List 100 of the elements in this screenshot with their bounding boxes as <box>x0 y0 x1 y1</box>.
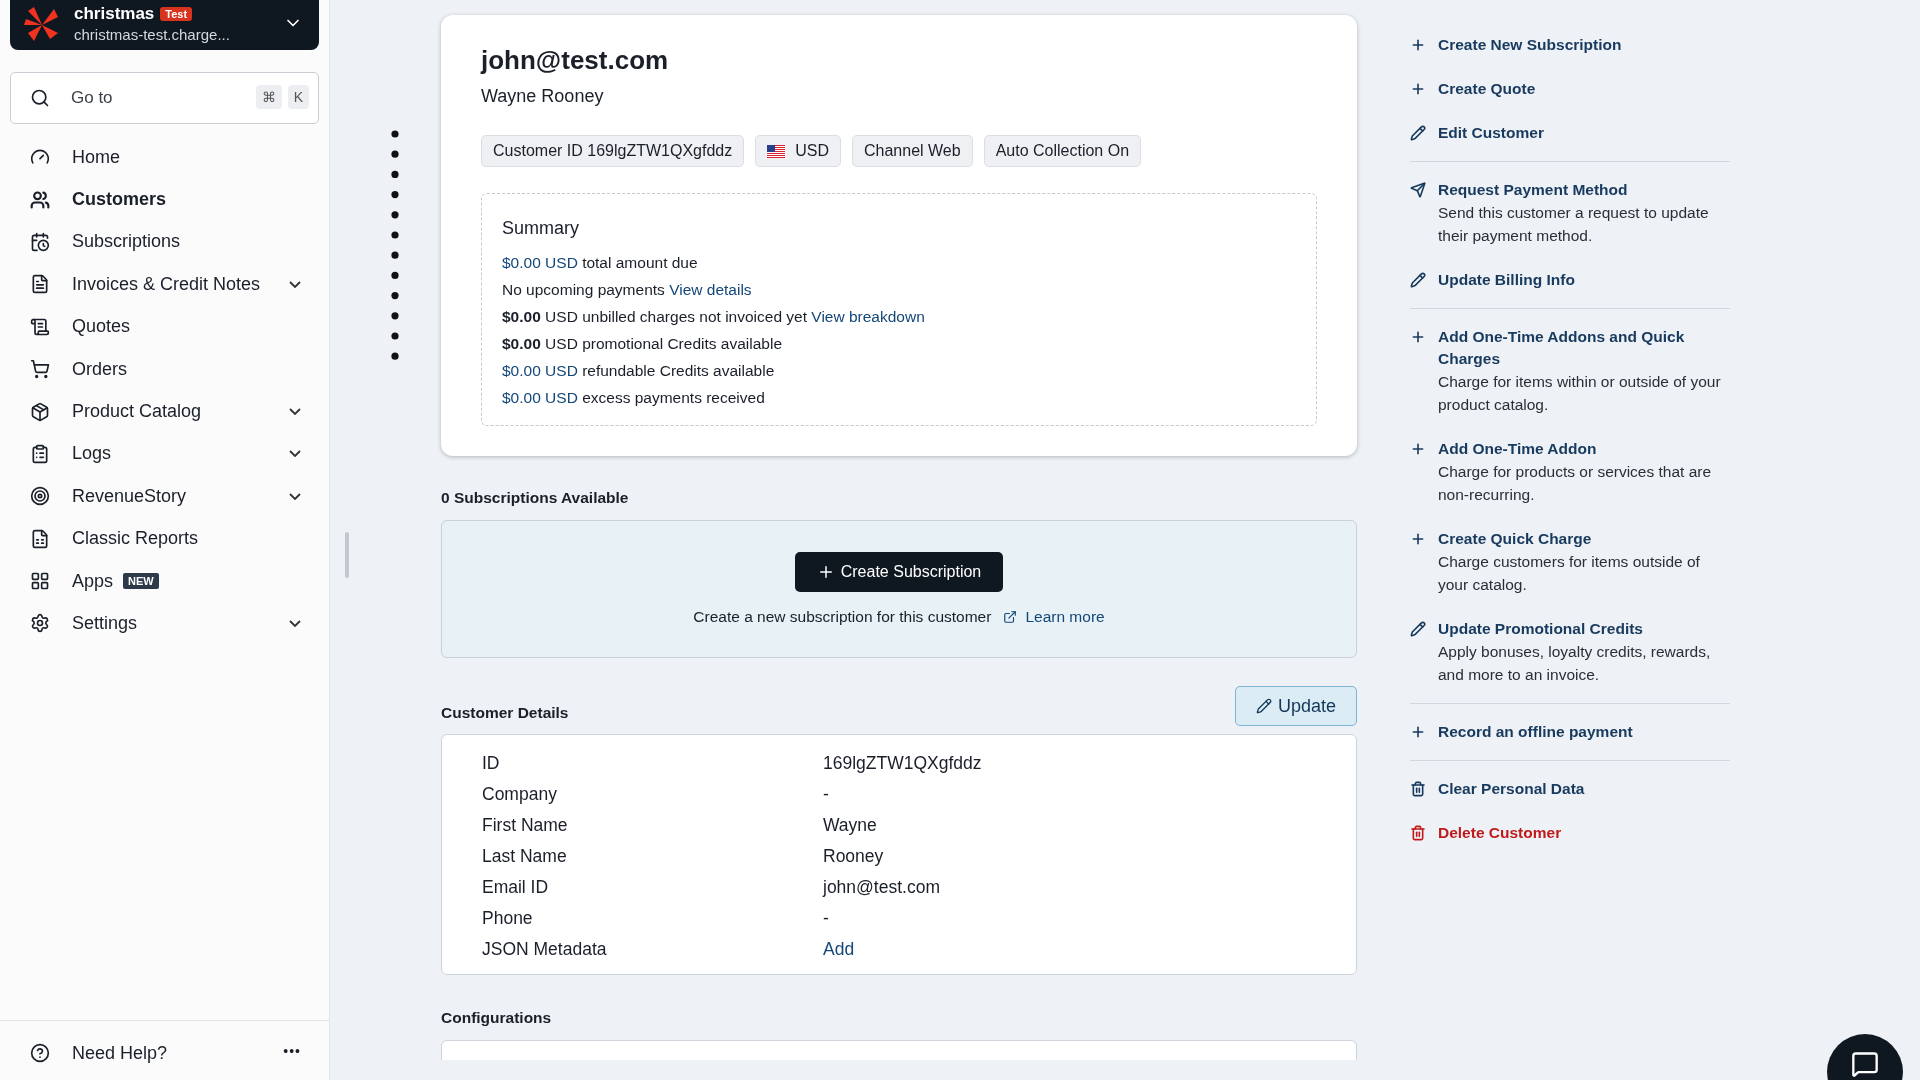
nav-item[interactable]: Product Catalog <box>10 390 319 433</box>
clipboard-icon <box>30 443 50 464</box>
nav-label: Customers <box>72 189 167 211</box>
nav-item[interactable]: RevenueStory <box>10 475 319 518</box>
trash-icon <box>1410 825 1426 841</box>
spreadsheet-icon <box>30 528 50 549</box>
amount-link[interactable]: $0.00 USD <box>502 362 578 379</box>
customer-name: Wayne Rooney <box>481 86 605 107</box>
create-subscription-button[interactable]: Create Subscription <box>794 552 1004 592</box>
learn-more-link[interactable]: Learn more <box>1003 608 1105 626</box>
nav-item[interactable]: Invoices & Credit Notes <box>10 263 319 306</box>
trash-icon <box>1410 781 1426 797</box>
info-tag: Channel Web <box>852 135 973 167</box>
test-badge: Test <box>160 6 193 21</box>
send-icon <box>1410 182 1426 198</box>
nav-label: Invoices & Credit Notes <box>72 273 261 295</box>
update-button[interactable]: Update <box>1234 686 1357 726</box>
resize-handle[interactable] <box>345 532 349 578</box>
help-icon <box>30 1043 50 1063</box>
chevron-down-icon <box>289 408 301 416</box>
nav-label: Orders <box>72 358 127 380</box>
nav-item[interactable]: Logs <box>10 432 319 476</box>
chat-icon <box>1851 1050 1879 1078</box>
nav-label: Logs <box>72 443 112 465</box>
nav-item[interactable]: Orders <box>10 347 319 391</box>
section-heading: Configurations <box>441 1009 553 1027</box>
nav-item[interactable]: Quotes <box>10 305 319 348</box>
detail-label: Email ID <box>482 877 550 898</box>
more-icon[interactable]: ••• <box>283 1043 301 1059</box>
summary-line: $0.00 USD total amount due <box>502 254 699 272</box>
action-link[interactable]: Create New Subscription <box>1410 34 1730 56</box>
info-tag: USD <box>755 135 841 167</box>
summary-line: $0.00 USD promotional Credits available <box>502 335 783 353</box>
nav-item[interactable]: Home <box>10 136 319 179</box>
chevron-down-icon <box>289 450 301 458</box>
pencil-icon <box>1255 698 1272 714</box>
nav-item[interactable]: Classic Reports <box>10 517 319 560</box>
shortcut-key: ⌘ <box>255 85 282 109</box>
nav-label: Apps <box>72 570 114 592</box>
cart-icon <box>30 359 50 380</box>
grid-icon <box>30 571 50 592</box>
scroll-icon <box>30 316 50 337</box>
amount-link[interactable]: $0.00 USD <box>502 389 578 406</box>
detail-label: ID <box>482 753 501 774</box>
nav-label: RevenueStory <box>72 485 187 507</box>
action-link[interactable]: Record an offline payment <box>1410 721 1730 743</box>
nav-item[interactable]: Settings <box>10 602 319 645</box>
target-icon <box>30 486 50 507</box>
pencil-icon <box>1410 272 1426 288</box>
dots-icon <box>391 130 399 360</box>
package-icon <box>30 401 50 422</box>
flag-icon <box>767 144 786 158</box>
info-tag: Auto Collection On <box>983 135 1142 167</box>
detail-value: john@test.com <box>823 877 941 898</box>
action-link[interactable]: Create Quick Charge Charge customers for items outside of your catalog. <box>1410 528 1730 596</box>
action-link[interactable]: Create Quote <box>1410 78 1730 100</box>
organization-name: christmas <box>74 3 155 24</box>
organization-switcher[interactable]: christmas Test christmas-test.charge... <box>10 0 319 50</box>
plus-icon <box>1410 37 1426 53</box>
summary-link[interactable]: View details <box>669 281 752 298</box>
summary-line: $0.00 USD refundable Credits available <box>502 362 776 380</box>
action-link[interactable]: Clear Personal Data <box>1410 778 1730 800</box>
amount-link[interactable]: $0.00 USD <box>502 254 578 271</box>
nav-item[interactable]: Customers <box>10 178 319 221</box>
detail-label: Phone <box>482 908 534 929</box>
action-link[interactable]: Update Promotional Credits Apply bonuses, loyalty credits, rewards, and more to an invoice. <box>1410 618 1730 686</box>
summary-line: No upcoming payments View details <box>502 281 753 299</box>
detail-label: Company <box>482 784 558 805</box>
detail-value: Rooney <box>823 846 885 867</box>
nav-label: Product Catalog <box>72 401 202 423</box>
section-heading: 0 Subscriptions Available <box>441 489 630 507</box>
new-badge: NEW <box>123 573 159 590</box>
nav-label: Settings <box>72 613 138 634</box>
shortcut-key: K <box>287 85 309 109</box>
customer-email: john@test.com <box>481 45 670 76</box>
detail-label: JSON Metadata <box>482 939 608 960</box>
nav-item[interactable]: Apps NEW <box>10 559 319 603</box>
summary-link[interactable]: View breakdown <box>811 308 925 325</box>
settings-icon <box>30 613 50 634</box>
detail-value: 169lgZTW1QXgfddz <box>823 753 983 774</box>
calendar-clock-icon <box>30 231 50 252</box>
nav-label: Subscriptions <box>72 231 181 253</box>
search-icon <box>30 88 50 108</box>
action-link[interactable]: Edit Customer <box>1410 122 1730 144</box>
detail-value: - <box>823 784 830 805</box>
action-link[interactable]: Update Billing Info <box>1410 269 1730 291</box>
action-link[interactable]: Delete Customer <box>1410 822 1730 844</box>
external-link-icon <box>1003 610 1018 624</box>
action-link[interactable]: Add One-Time Addons and Quick Charges Charge for items within or outside of your product catalog. <box>1410 326 1730 416</box>
action-link[interactable]: Request Payment Method Send this customer a request to update their payment method. <box>1410 179 1730 247</box>
detail-value: - <box>823 908 830 929</box>
nav-item[interactable]: Subscriptions <box>10 220 319 264</box>
nav-label: Quotes <box>72 316 131 338</box>
section-heading: Customer Details <box>441 704 569 722</box>
action-link[interactable]: Add One-Time Addon Charge for products or services that are non-recurring. <box>1410 438 1730 506</box>
detail-value: Wayne <box>823 815 878 836</box>
chevron-down-icon <box>289 492 301 500</box>
add-link[interactable]: Add <box>823 939 1316 960</box>
help-link[interactable]: Need Help? ••• <box>0 1020 329 1080</box>
summary-line: $0.00 USD excess payments received <box>502 389 766 407</box>
